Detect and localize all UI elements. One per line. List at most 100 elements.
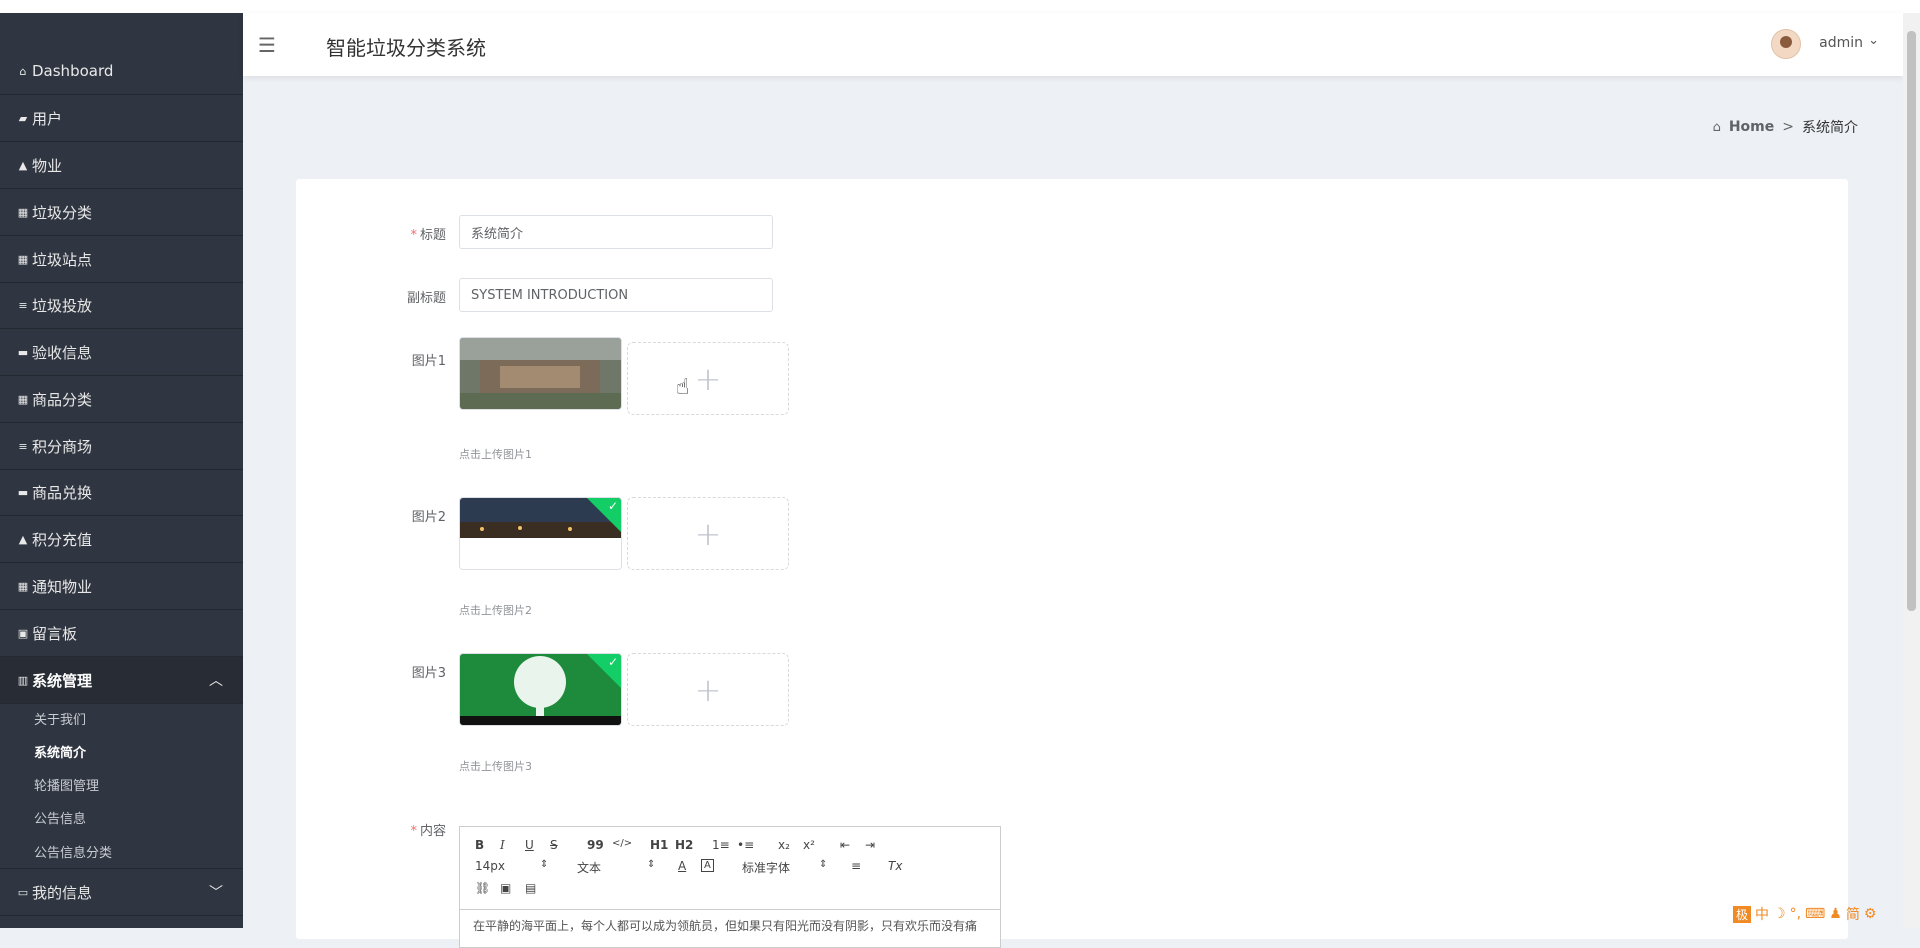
blockquote-button[interactable]: 99 <box>587 838 604 852</box>
list-icon: ≡ <box>18 439 28 453</box>
link-icon[interactable]: ⛓ <box>475 881 490 895</box>
italic-button[interactable]: I <box>500 838 505 852</box>
heading1-button[interactable]: H1 <box>650 838 668 852</box>
underline-button[interactable]: U <box>525 838 534 852</box>
grid-icon: ▦ <box>17 392 29 406</box>
editor-toolbar: B I U S 99 </> H1 H2 1≡ •≡ x₂ x² ⇤ ⇥ 14p… <box>460 827 1000 910</box>
image1-hint: 点击上传图片1 <box>459 448 532 461</box>
image2-thumbnail[interactable]: ✓ <box>459 497 622 570</box>
ordered-list-button[interactable]: 1≡ <box>712 838 730 852</box>
sidebar-subitem-announcement[interactable]: 公告信息 <box>34 808 86 827</box>
bullet-list-button[interactable]: •≡ <box>737 838 754 852</box>
sidebar-item-product-category[interactable]: ▦ 商品分类 <box>0 376 243 423</box>
image3-hint: 点击上传图片3 <box>459 760 532 773</box>
check-icon: ✓ <box>607 655 618 669</box>
sidebar-subitem-carousel[interactable]: 轮播图管理 <box>34 775 99 794</box>
indent-button[interactable]: ⇥ <box>865 838 875 852</box>
gear-icon[interactable]: ⚙ <box>1864 906 1877 922</box>
heading2-button[interactable]: H2 <box>675 838 693 852</box>
sidebar-subitem-system-intro[interactable]: 系统简介 <box>34 742 86 761</box>
sidebar-item-property[interactable]: ▲ 物业 <box>0 142 243 189</box>
sidebar-item-notify-property[interactable]: ▦ 通知物业 <box>0 563 243 610</box>
code-block-button[interactable]: </> <box>612 838 632 849</box>
bold-button[interactable]: B <box>475 838 484 852</box>
sidebar-item-label: 垃圾分类 <box>32 203 93 222</box>
image1-label: 图片1 <box>411 354 446 369</box>
chevron-down-icon[interactable]: ⌄ <box>1868 33 1879 48</box>
subscript-button[interactable]: x₂ <box>778 838 790 852</box>
sidebar-item-label: 用户 <box>32 109 63 128</box>
breadcrumb-home[interactable]: Home <box>1729 119 1774 135</box>
user-name[interactable]: admin <box>1819 35 1863 51</box>
sidebar-item-label: 验收信息 <box>32 343 93 362</box>
keyboard-icon[interactable]: ⌨ <box>1805 906 1825 922</box>
bar-chart-icon: ▥ <box>17 673 29 687</box>
image3-label: 图片3 <box>411 666 446 681</box>
user-icon[interactable]: ♟ <box>1829 906 1842 922</box>
sidebar-item-label: 物业 <box>32 156 63 175</box>
plus-icon: + <box>694 514 722 553</box>
required-mark: * <box>410 824 417 839</box>
sidebar-item-label: 商品分类 <box>32 390 93 409</box>
menu-icon[interactable]: ☰ <box>258 33 276 57</box>
content-label: * 内容 <box>410 824 446 839</box>
subtitle-input[interactable] <box>459 278 773 312</box>
background-color-icon[interactable]: A <box>701 859 714 872</box>
sidebar-subitem-about-us[interactable]: 关于我们 <box>34 709 86 728</box>
image3-upload-button[interactable]: + <box>627 653 789 726</box>
block-type-select[interactable]: 文本 <box>577 859 601 876</box>
font-color-icon[interactable]: A <box>678 859 686 873</box>
image-icon[interactable]: ▣ <box>500 881 511 895</box>
sidebar-item-system-management[interactable]: ▥ 系统管理 ︿ <box>0 657 243 704</box>
ime-simplified-mode[interactable]: 简 <box>1846 904 1860 924</box>
monitor-icon: ▬ <box>17 345 29 359</box>
check-icon: ✓ <box>607 499 618 513</box>
sidebar-item-garbage-station[interactable]: ▦ 垃圾站点 <box>0 236 243 283</box>
grid-icon: ▦ <box>17 205 29 219</box>
align-left-icon[interactable]: ≡ <box>851 859 861 873</box>
list-icon: ≡ <box>18 298 28 312</box>
superscript-button[interactable]: x² <box>803 838 815 852</box>
required-mark: * <box>410 228 417 243</box>
chevron-down-icon: ﹀ <box>209 885 223 901</box>
sidebar-item-points-recharge[interactable]: ▲ 积分充值 <box>0 516 243 563</box>
ime-logo-icon[interactable]: 极 <box>1733 905 1752 923</box>
strike-button[interactable]: S <box>550 838 558 852</box>
chevron-up-icon: ︿ <box>209 673 223 689</box>
font-size-select[interactable]: 14px <box>475 859 505 873</box>
sidebar-item-product-exchange[interactable]: ▬ 商品兑换 <box>0 469 243 516</box>
video-icon[interactable]: ▤ <box>525 881 536 895</box>
sidebar-item-label: 通知物业 <box>32 577 93 596</box>
image3-thumbnail[interactable]: ✓ <box>459 653 622 726</box>
sidebar-item-users[interactable]: ▰ 用户 <box>0 95 243 142</box>
outdent-button[interactable]: ⇤ <box>840 838 850 852</box>
rich-text-editor[interactable]: B I U S 99 </> H1 H2 1≡ •≡ x₂ x² ⇤ ⇥ 14p… <box>459 826 1001 948</box>
avatar[interactable] <box>1771 29 1801 59</box>
title-label: * 标题 <box>410 228 446 243</box>
clear-format-icon[interactable]: Tx <box>888 859 902 873</box>
image1-thumbnail[interactable] <box>459 337 622 410</box>
page-scrollbar[interactable] <box>1903 13 1920 928</box>
sidebar-item-garbage-category[interactable]: ▦ 垃圾分类 <box>0 189 243 236</box>
sidebar-item-my-info[interactable]: ▭ 我的信息 ﹀ <box>0 868 243 916</box>
scrollbar-thumb[interactable] <box>1907 31 1916 611</box>
editor-content[interactable]: 在平静的海平面上，每个人都可以成为领航员，但如果只有阳光而没有阴影，只有欢乐而没… <box>473 917 977 934</box>
image2-label: 图片2 <box>411 510 446 525</box>
moon-icon[interactable]: ☽ <box>1773 906 1786 922</box>
font-family-select[interactable]: 标准字体 <box>742 859 790 876</box>
sidebar-item-inspection[interactable]: ▬ 验收信息 <box>0 329 243 376</box>
sidebar-item-label: Dashboard <box>32 62 114 80</box>
sidebar-item-points-mall[interactable]: ≡ 积分商场 <box>0 423 243 470</box>
title-input[interactable] <box>459 215 773 249</box>
form-card: *标题 副标题 图片1 + 点击上传图片1 图片2 ✓ + 点击上传图片2 图片… <box>296 179 1848 948</box>
punctuation-icon[interactable]: °, <box>1790 906 1801 922</box>
sidebar-item-message-board[interactable]: ▣ 留言板 <box>0 610 243 657</box>
image1-upload-button[interactable]: + <box>627 342 789 415</box>
sidebar-subitem-announcement-category[interactable]: 公告信息分类 <box>34 842 112 861</box>
sidebar-item-label: 留言板 <box>32 624 78 643</box>
image2-upload-button[interactable]: + <box>627 497 789 570</box>
sidebar-item-garbage-drop[interactable]: ≡ 垃圾投放 <box>0 282 243 329</box>
grid-icon: ▦ <box>17 252 29 266</box>
ime-chinese-mode[interactable]: 中 <box>1755 904 1769 924</box>
sidebar-item-dashboard[interactable]: ⌂ Dashboard <box>0 48 243 95</box>
